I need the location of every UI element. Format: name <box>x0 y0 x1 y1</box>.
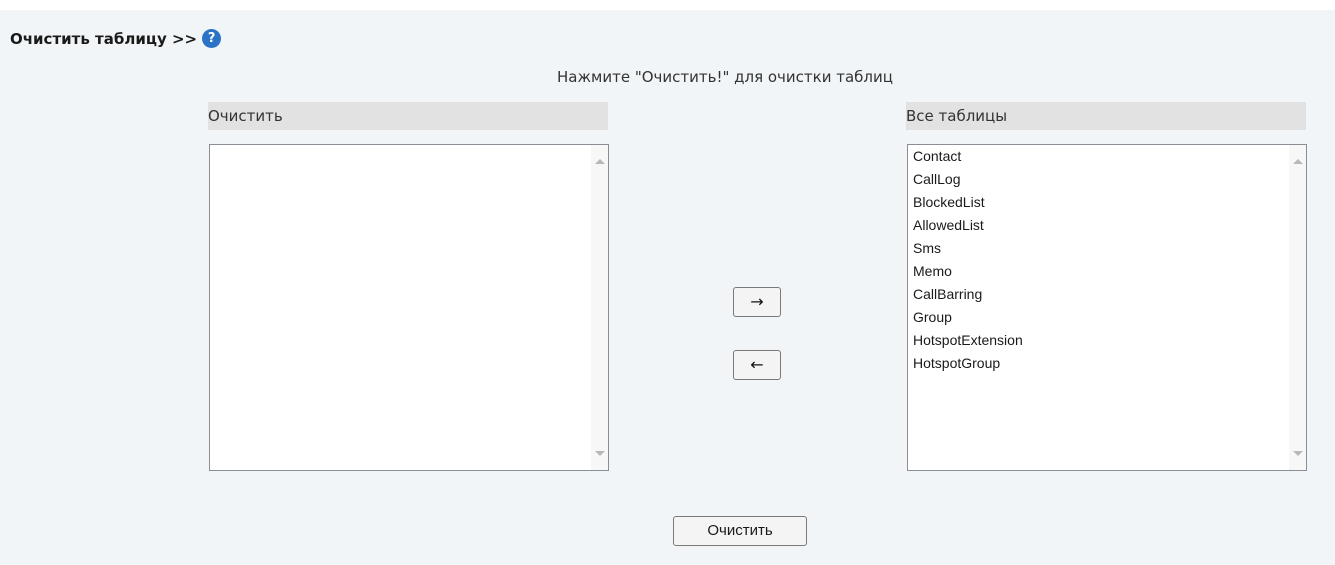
scroll-down-arrow-icon[interactable] <box>1293 451 1303 456</box>
move-left-button[interactable]: ← <box>733 350 781 380</box>
clear-list-header-label: Очистить <box>208 107 283 125</box>
all-tables-list-items: Contact CallLog BlockedList AllowedList Sms M… <box>913 148 1023 378</box>
list-item[interactable]: Sms <box>913 240 1023 263</box>
list-item[interactable]: AllowedList <box>913 217 1023 240</box>
scroll-down-arrow-icon[interactable] <box>595 451 605 456</box>
scroll-up-arrow-icon[interactable] <box>595 159 605 164</box>
scroll-up-arrow-icon[interactable] <box>1293 159 1303 164</box>
clear-list-scrollbar[interactable] <box>591 145 608 470</box>
all-tables-list-box[interactable]: Contact CallLog BlockedList AllowedList Sms M… <box>907 144 1307 471</box>
all-tables-header-label: Все таблицы <box>906 107 1008 125</box>
section-title-text: Очистить таблицу >> <box>10 29 198 48</box>
clear-list-header: Очистить <box>208 102 608 130</box>
move-right-button[interactable]: → <box>733 287 781 317</box>
all-tables-list-scrollbar[interactable] <box>1289 145 1306 470</box>
instruction-text: Нажмите "Очистить!" для очистки таблиц <box>557 68 893 86</box>
list-item[interactable]: Memo <box>913 263 1023 286</box>
list-item[interactable]: Group <box>913 309 1023 332</box>
clear-button[interactable]: Очистить <box>673 516 807 546</box>
list-item[interactable]: HotspotExtension <box>913 332 1023 355</box>
list-item[interactable]: CallLog <box>913 171 1023 194</box>
all-tables-header: Все таблицы <box>906 102 1306 130</box>
list-item[interactable]: BlockedList <box>913 194 1023 217</box>
list-item[interactable]: HotspotGroup <box>913 355 1023 378</box>
list-item[interactable]: CallBarring <box>913 286 1023 309</box>
section-title: Очистить таблицу >> ? <box>10 29 222 48</box>
help-icon[interactable]: ? <box>202 29 222 48</box>
clear-list-box[interactable] <box>209 144 609 471</box>
list-item[interactable]: Contact <box>913 148 1023 171</box>
